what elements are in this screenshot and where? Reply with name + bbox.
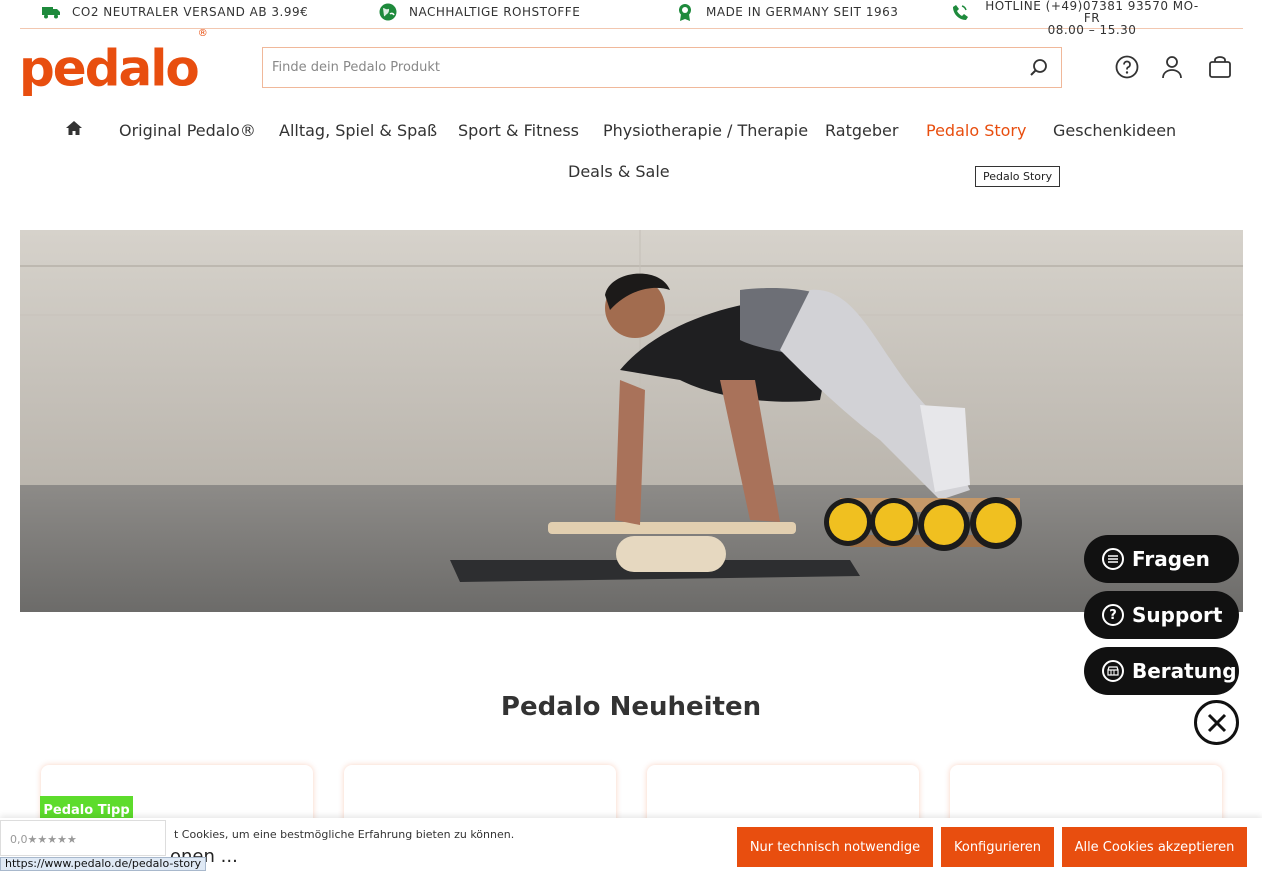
- chat-button-label: Support: [1132, 603, 1223, 627]
- cart-icon[interactable]: [1207, 54, 1233, 80]
- status-bar-url: https://www.pedalo.de/pedalo-story: [0, 857, 207, 871]
- search-bar: [262, 47, 1062, 88]
- question-icon: ?: [1102, 604, 1124, 626]
- store-icon: [1102, 660, 1124, 682]
- globe-icon: [379, 3, 397, 21]
- logo-registered-mark: ®: [197, 28, 208, 39]
- nav-item-pedalo-story[interactable]: Pedalo Story: [926, 121, 1026, 140]
- nav-item-ratgeber[interactable]: Ratgeber: [825, 121, 898, 140]
- nav-item-original-pedalo[interactable]: Original Pedalo®: [119, 121, 256, 140]
- search-input[interactable]: [263, 48, 1017, 87]
- home-icon[interactable]: [65, 120, 83, 140]
- account-icon[interactable]: [1159, 54, 1185, 80]
- hotline-line1: HOTLINE (+49)07381 93570 MO-FR: [985, 0, 1199, 25]
- nav-item-physiotherapie[interactable]: Physiotherapie / Therapie: [603, 121, 808, 140]
- usp-shipping: CO2 NEUTRALER VERSAND AB 3.99€: [42, 3, 308, 21]
- pedalo-logo[interactable]: pedalo®: [19, 28, 208, 99]
- chat-beratung-button[interactable]: Beratung: [1084, 647, 1239, 695]
- hero-image: [20, 230, 1243, 612]
- cookie-text: t Cookies, um eine bestmögliche Erfahrun…: [174, 828, 515, 841]
- usp-text: CO2 NEUTRALER VERSAND AB 3.99€: [72, 5, 309, 19]
- phone-icon: [952, 4, 970, 22]
- nav-item-alltag-spiel-spass[interactable]: Alltag, Spiel & Spaß: [279, 121, 437, 140]
- rating-text: 0,0★★★★★: [10, 833, 77, 846]
- cookie-necessary-button[interactable]: Nur technisch notwendige: [737, 827, 933, 867]
- award-icon: [676, 3, 694, 21]
- usp-text: MADE IN GERMANY SEIT 1963: [706, 5, 899, 19]
- cookie-accept-all-button[interactable]: Alle Cookies akzeptieren: [1062, 827, 1247, 867]
- hero-banner[interactable]: [20, 230, 1243, 612]
- usp-text: NACHHALTIGE ROHSTOFFE: [409, 5, 581, 19]
- close-icon[interactable]: [1194, 700, 1239, 745]
- chat-fragen-button[interactable]: Fragen: [1084, 535, 1239, 583]
- chat-button-label: Beratung: [1132, 659, 1237, 683]
- chat-support-button[interactable]: ? Support: [1084, 591, 1239, 639]
- list-icon: [1102, 548, 1124, 570]
- rating-widget[interactable]: 0,0★★★★★: [0, 820, 166, 856]
- logo-text: pedalo: [19, 39, 200, 98]
- hotline-line2: 08.00 – 15.30: [1047, 23, 1137, 37]
- nav-item-deals-sale[interactable]: Deals & Sale: [568, 162, 670, 181]
- nav-item-geschenkideen[interactable]: Geschenkideen: [1053, 121, 1176, 140]
- hotline-text: HOTLINE (+49)07381 93570 MO-FR 08.00 – 1…: [980, 0, 1204, 36]
- cookie-configure-button[interactable]: Konfigurieren: [941, 827, 1054, 867]
- usp-materials: NACHHALTIGE ROHSTOFFE: [379, 3, 580, 21]
- nav-tooltip: Pedalo Story: [975, 166, 1061, 187]
- usp-hotline: HOTLINE (+49)07381 93570 MO-FR 08.00 – 1…: [950, 0, 1204, 36]
- search-icon[interactable]: [1017, 48, 1061, 87]
- nav-item-sport-fitness[interactable]: Sport & Fitness: [458, 121, 579, 140]
- usp-bar: CO2 NEUTRALER VERSAND AB 3.99€ NACHHALTI…: [20, 0, 1243, 36]
- truck-icon: [42, 3, 60, 21]
- help-icon[interactable]: [1114, 54, 1140, 80]
- section-title: Pedalo Neuheiten: [500, 692, 762, 722]
- chat-button-label: Fragen: [1132, 547, 1210, 571]
- usp-made-in-germany: MADE IN GERMANY SEIT 1963: [676, 3, 898, 21]
